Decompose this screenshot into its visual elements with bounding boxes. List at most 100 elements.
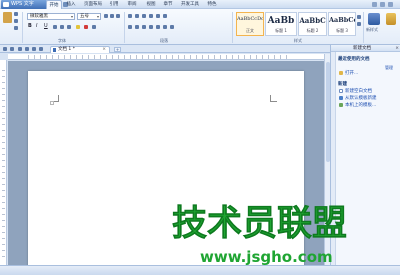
style-heading-1[interactable]: AaBb 标题 1 [265,12,297,36]
show-marks-icon[interactable] [163,14,167,18]
new-style-label[interactable]: 新样式 [366,27,378,33]
cut-icon[interactable] [14,12,18,16]
task-pane-title: 新建文档 [353,46,371,51]
menu-insert[interactable]: 插入 [63,0,79,9]
borders-icon[interactable] [170,25,174,29]
manage-link[interactable]: 管理 [385,65,393,71]
justify-icon[interactable] [149,25,153,29]
menu-home[interactable]: 开始 [46,0,62,9]
task-pane-header: 新建文档 × [331,45,400,52]
subscript-icon[interactable] [67,25,71,29]
tab-nav-right-icon[interactable] [10,47,14,51]
menu-references[interactable]: 引用 [106,0,122,9]
tab-document-1[interactable]: 文档 1 * × [50,46,110,53]
clear-format-icon[interactable] [116,14,120,18]
new-blank-doc-link[interactable]: 新建空白文档 [345,88,372,94]
menu-view[interactable]: 视图 [143,0,159,9]
close-tab-icon[interactable]: × [102,47,106,53]
align-right-icon[interactable] [142,25,146,29]
numbered-list-icon[interactable] [135,14,139,18]
ribbon: 微软雅黑 五号 B I U 字体 段落 AaBbCcDd 正文 AaBb 标题 … [0,9,400,45]
font-color-icon[interactable] [84,25,88,29]
align-left-icon[interactable] [128,25,132,29]
copy-icon[interactable] [14,19,18,23]
font-size-select[interactable]: 五号 [77,13,101,20]
text-tools-icon[interactable] [386,13,396,25]
doc-tab-title: 文档 1 * [58,47,75,52]
format-painter-icon[interactable] [14,26,18,30]
font-size-value: 五号 [80,14,89,19]
new-doc-icon[interactable] [18,47,22,51]
ribbon-separator [232,12,233,43]
horizontal-ruler[interactable] [8,54,324,60]
highlight-icon[interactable] [76,25,80,29]
style-sample: AaBbCc [329,16,355,24]
recent-docs-heading: 最近使用的文档 [338,57,370,62]
template-icon [339,96,343,100]
minimize-ribbon-icon[interactable] [372,2,377,7]
new-heading: 新建 [338,82,347,87]
bullet-list-icon[interactable] [128,14,132,18]
margin-corner-top-right [270,95,277,102]
line-spacing-icon[interactable] [156,25,160,29]
style-normal[interactable]: AaBbCcDd 正文 [236,12,264,36]
style-caption: 标题 2 [306,28,319,33]
style-sample: AaBb [267,16,295,26]
strikethrough-icon[interactable] [53,25,57,29]
menu-special[interactable]: 特色 [204,0,220,9]
char-border-icon[interactable] [92,25,96,29]
bold-button[interactable]: B [28,23,32,29]
menu-page-layout[interactable]: 页面布局 [80,0,106,9]
title-bar: WPS 文字 开始 插入 页面布局 引用 审阅 视图 章节 开发工具 特色 [0,0,400,9]
help-icon[interactable] [380,2,385,7]
local-templates-link[interactable]: 本机上的模板... [345,102,376,108]
styles-group-label: 样式 [294,38,302,43]
grow-font-icon[interactable] [104,14,108,18]
font-group-label: 字体 [58,38,66,43]
document-tab-strip: 文档 1 * × + [0,45,330,53]
ribbon-separator [363,12,364,43]
gallery-down-icon[interactable] [357,22,361,26]
document-page[interactable] [28,71,304,271]
document-icon [53,48,56,52]
task-pane-side-strip [331,52,336,265]
italic-button[interactable]: I [36,23,37,29]
superscript-icon[interactable] [60,25,64,29]
ribbon-options-icon[interactable] [388,2,393,7]
style-heading-3[interactable]: AaBbCc 标题 3 [328,12,356,36]
task-pane: 新建文档 × 最近使用的文档 管理 打开... 新建 新建空白文档 从默认模板新… [330,45,400,265]
style-sample: AaBbC [299,16,326,25]
shading-icon[interactable] [163,25,167,29]
vertical-ruler[interactable] [0,60,7,265]
document-canvas[interactable] [8,61,324,271]
save-doc-icon[interactable] [32,47,36,51]
increase-indent-icon[interactable] [149,14,153,18]
underline-button[interactable]: U [44,23,48,29]
ruler-ticks [2,70,5,260]
decrease-indent-icon[interactable] [142,14,146,18]
app-menu-button[interactable]: WPS 文字 [1,0,47,9]
app-name: WPS 文字 [11,1,34,7]
chevron-down-icon [71,16,73,18]
menu-developer[interactable]: 开发工具 [177,0,203,9]
close-pane-icon[interactable]: × [395,45,399,52]
menu-chapter[interactable]: 章节 [160,0,176,9]
paste-icon[interactable] [3,12,12,23]
menu-review[interactable]: 审阅 [124,0,140,9]
style-heading-2[interactable]: AaBbC 标题 2 [298,12,327,36]
new-from-default-template-link[interactable]: 从默认模板新建 [345,95,377,101]
new-tab-button[interactable]: + [114,47,121,52]
align-center-icon[interactable] [135,25,139,29]
new-style-icon[interactable] [368,13,380,25]
folder-icon [339,71,343,75]
tab-nav-left-icon[interactable] [3,47,7,51]
shrink-font-icon[interactable] [110,14,114,18]
font-name-select[interactable]: 微软雅黑 [27,13,75,20]
sort-icon[interactable] [156,14,160,18]
paragraph-anchor-icon [50,101,54,105]
open-link[interactable]: 打开... [345,70,358,76]
open-doc-icon[interactable] [25,47,29,51]
chevron-down-icon [97,16,99,18]
gallery-up-icon[interactable] [357,15,361,19]
print-icon[interactable] [39,47,43,51]
